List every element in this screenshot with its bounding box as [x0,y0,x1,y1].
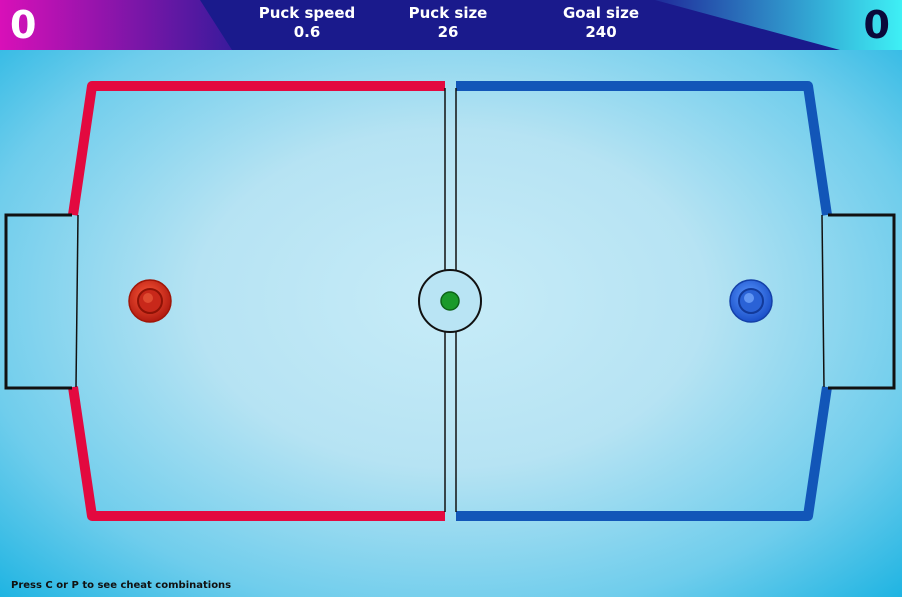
red-mallet[interactable] [128,279,172,323]
red-goal [4,213,72,390]
puck-size-value: 26 [437,23,459,41]
goal-size-stat: Goal size 240 [548,4,654,42]
puck-speed-value: 0.6 [293,23,321,41]
red-wall-bottom [68,386,445,521]
rink [0,0,902,521]
blue-score: 0 [863,3,890,47]
cheat-hint: Press C or P to see cheat combinations [11,580,232,591]
blue-goal [828,213,896,390]
red-score: 0 [10,3,37,47]
red-goal-line [75,214,79,388]
blue-wall-bottom [456,386,832,521]
puck-size-label: Puck size [408,4,488,22]
puck-speed-stat: Puck speed 0.6 [252,4,362,42]
goal-size-label: Goal size [562,4,640,22]
blue-mallet[interactable] [729,279,773,323]
puck-size-stat: Puck size 26 [398,4,498,42]
puck-speed-label: Puck speed [258,4,356,22]
green-puck[interactable] [440,291,460,311]
red-wall-top [68,81,445,216]
blue-wall-top [456,81,832,216]
blue-goal-line [821,214,825,388]
goal-size-value: 240 [585,23,617,41]
